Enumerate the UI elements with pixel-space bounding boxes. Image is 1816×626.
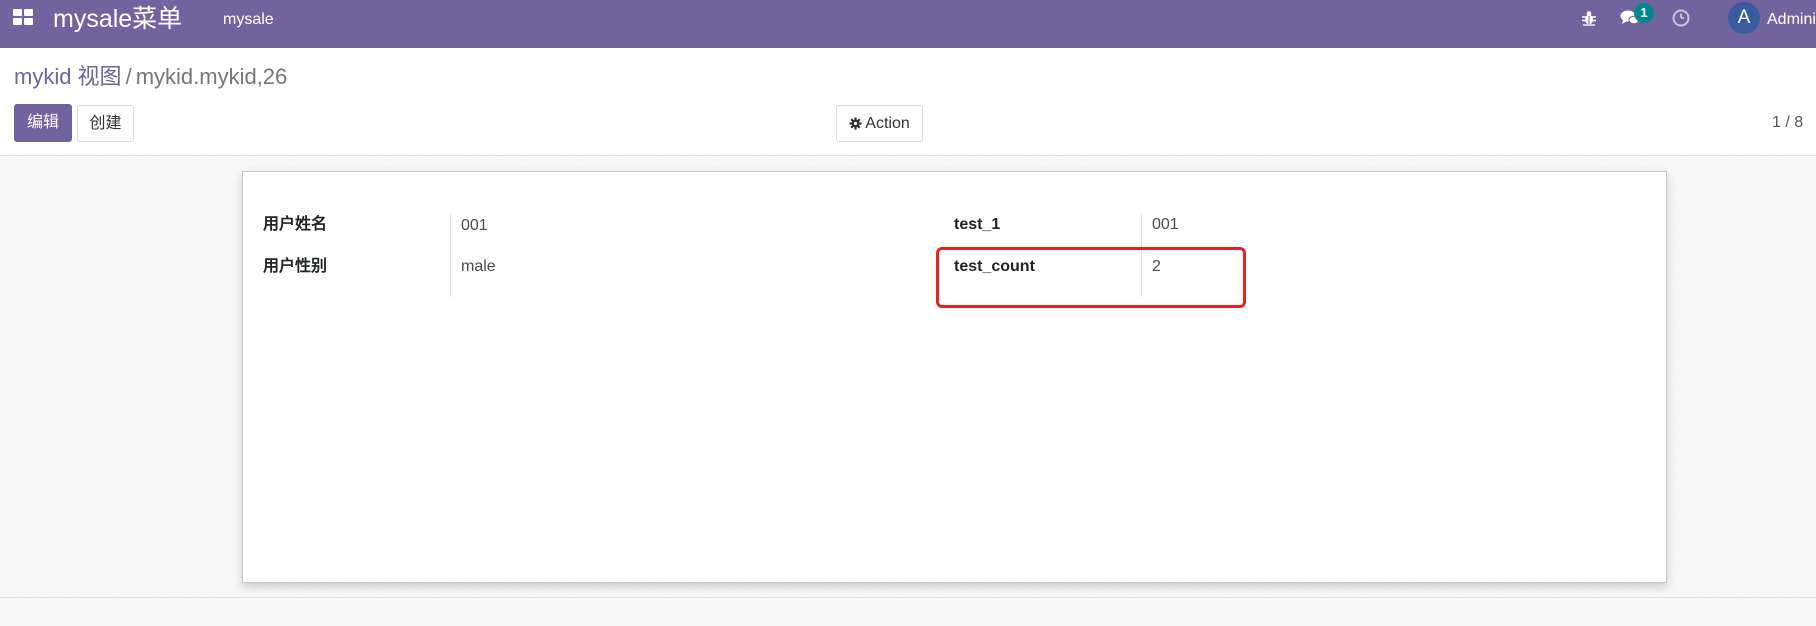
- breadcrumb-separator: /: [125, 64, 132, 89]
- form-view-content: 用户姓名 001 用户性别 male test_1 001 test_count…: [0, 157, 1816, 598]
- left-group-divider: [450, 214, 451, 297]
- field-label-username: 用户姓名: [263, 216, 328, 233]
- action-button-label: Action: [865, 115, 910, 132]
- top-navbar: mysale菜单 mysale 1 A Administrator: [0, 0, 1816, 48]
- gear-icon: [849, 117, 862, 130]
- edit-button[interactable]: 编辑: [14, 104, 72, 142]
- app-name[interactable]: mysale菜单: [53, 3, 182, 35]
- field-label-test-1: test_1: [954, 216, 1001, 233]
- field-label-gender: 用户性别: [263, 258, 328, 275]
- action-dropdown-button[interactable]: Action: [836, 105, 923, 142]
- breadcrumb-parent-link[interactable]: mykid 视图: [14, 64, 122, 89]
- field-value-test-1: 001: [1152, 216, 1179, 233]
- create-button[interactable]: 创建: [77, 105, 134, 142]
- control-panel: mykid 视图 / mykid.mykid,26 编辑 创建 Action 1 /…: [0, 48, 1816, 156]
- field-value-gender: male: [461, 258, 496, 275]
- menu-item-mysale[interactable]: mysale: [223, 9, 274, 31]
- user-menu-name[interactable]: Administrator: [1767, 9, 1816, 31]
- messages-count-badge: 1: [1634, 3, 1654, 23]
- activity-clock-icon[interactable]: [1672, 9, 1690, 27]
- apps-grid-icon[interactable]: [13, 9, 35, 27]
- breadcrumb-current: mykid.mykid,26: [135, 64, 288, 89]
- record-pager[interactable]: 1 / 8: [1772, 112, 1803, 134]
- highlight-annotation-box: [936, 247, 1246, 308]
- breadcrumb: mykid 视图 / mykid.mykid,26: [14, 62, 287, 92]
- debug-bug-icon[interactable]: [1581, 10, 1597, 26]
- user-avatar[interactable]: A: [1728, 2, 1760, 34]
- form-sheet: 用户姓名 001 用户性别 male test_1 001 test_count…: [242, 171, 1667, 583]
- field-value-username: 001: [461, 217, 488, 234]
